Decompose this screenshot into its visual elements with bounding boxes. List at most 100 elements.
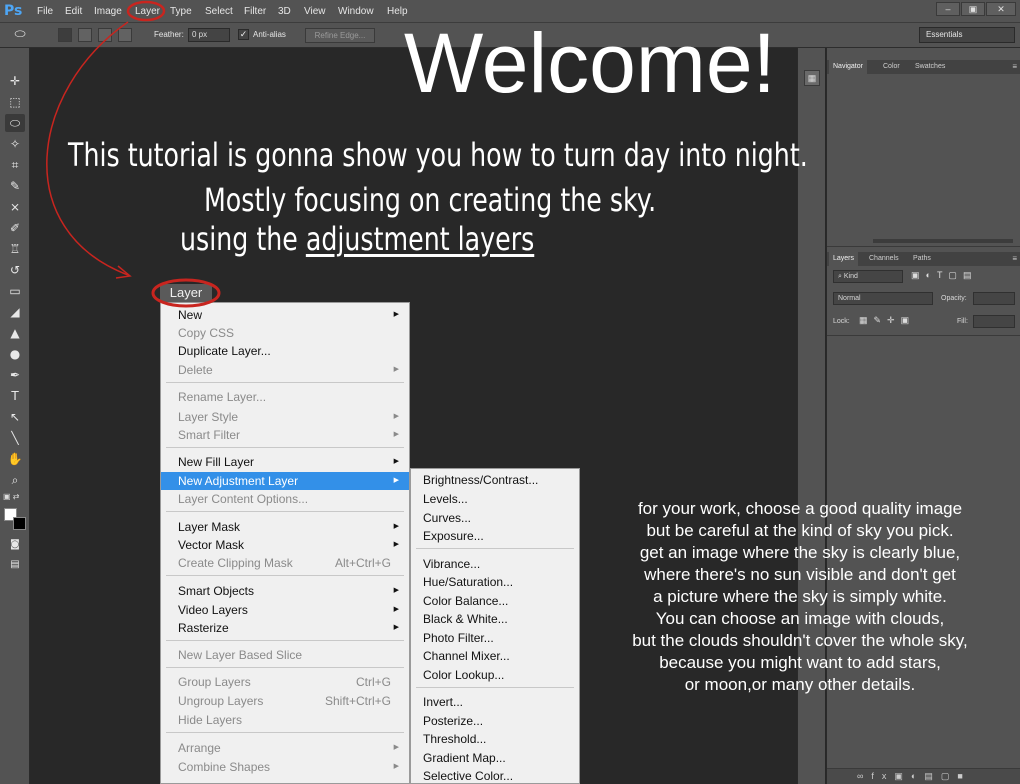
menu-item-layer-content-options[interactable]: Layer Content Options... (161, 490, 409, 508)
menu-item-layer-mask[interactable]: Layer Mask ▶ (161, 518, 409, 536)
submenu-threshold[interactable]: Threshold... (411, 730, 579, 748)
menu-item-duplicate-layer[interactable]: Duplicate Layer... (161, 342, 409, 360)
submenu-channel-mixer[interactable]: Channel Mixer... (411, 647, 579, 665)
submenu-invert[interactable]: Invert... (411, 693, 579, 711)
tab-paths[interactable]: Paths (909, 252, 935, 266)
menu-3d[interactable]: 3D (278, 4, 291, 19)
menu-item-arrange[interactable]: Arrange ▶ (161, 739, 409, 757)
type-tool-icon[interactable]: T (5, 387, 25, 405)
menu-file[interactable]: File (37, 4, 53, 19)
refine-edge-button[interactable]: Refine Edge... (305, 28, 375, 43)
zoom-tool-icon[interactable]: ⌕ (5, 471, 25, 489)
new-selection-icon[interactable] (58, 28, 72, 42)
menu-image[interactable]: Image (94, 4, 122, 19)
eraser-tool-icon[interactable]: ▭ (5, 282, 25, 300)
submenu-curves[interactable]: Curves... (411, 509, 579, 527)
workspace-select[interactable]: Essentials (919, 27, 1015, 43)
menu-item-new-adjustment-layer[interactable]: New Adjustment Layer ▶ (161, 472, 409, 490)
panel-menu-icon[interactable]: ≡ (1012, 60, 1017, 74)
menu-type[interactable]: Type (170, 4, 192, 19)
quick-select-tool-icon[interactable]: ✧ (5, 135, 25, 153)
menu-filter[interactable]: Filter (244, 4, 266, 19)
stamp-tool-icon[interactable]: ♖ (5, 240, 25, 258)
menu-select[interactable]: Select (205, 4, 233, 19)
blur-tool-icon[interactable]: ▲ (5, 324, 25, 342)
tab-color[interactable]: Color (879, 60, 904, 74)
bucket-tool-icon[interactable]: ◢ (5, 303, 25, 321)
subtract-selection-icon[interactable] (98, 28, 112, 42)
menu-item-hide-layers[interactable]: Hide Layers (161, 711, 409, 729)
feather-input[interactable]: 0 px (188, 28, 230, 42)
menu-item-group-layers[interactable]: Group Layers Ctrl+G (161, 673, 409, 691)
layer-filter-icons[interactable]: ▣◐T▢▤ (911, 270, 977, 281)
fill-input[interactable] (973, 315, 1015, 328)
menu-item-delete[interactable]: Delete ▶ (161, 361, 409, 379)
menu-item-new[interactable]: New ▶ (161, 306, 409, 324)
minimize-button[interactable]: – (936, 2, 960, 16)
submenu-color-lookup[interactable]: Color Lookup... (411, 666, 579, 684)
lasso-preset-icon[interactable]: ⬭ (10, 26, 30, 44)
restore-button[interactable]: ▣ (961, 2, 985, 16)
menu-item-ungroup-layers[interactable]: Ungroup Layers Shift+Ctrl+G (161, 692, 409, 710)
brush-tool-icon[interactable]: ✐ (5, 219, 25, 237)
quick-mask-icon[interactable]: ◙ (5, 536, 25, 554)
tab-swatches[interactable]: Swatches (911, 60, 949, 74)
eyedropper-tool-icon[interactable]: ✎ (5, 177, 25, 195)
blend-mode-select[interactable]: Normal (833, 292, 933, 305)
tab-layers[interactable]: Layers (829, 252, 859, 266)
path-select-tool-icon[interactable]: ↖ (5, 408, 25, 426)
submenu-color-balance[interactable]: Color Balance... (411, 592, 579, 610)
history-panel-icon[interactable]: ▦ (804, 70, 820, 86)
menu-item-new-fill-layer[interactable]: New Fill Layer ▶ (161, 453, 409, 471)
tab-navigator[interactable]: Navigator (829, 60, 867, 74)
swap-colors-icon[interactable]: ▣ ⇄ (3, 492, 19, 501)
menu-layer[interactable]: Layer (135, 4, 160, 19)
add-selection-icon[interactable] (78, 28, 92, 42)
screen-mode-icon[interactable]: ▤ (5, 556, 25, 574)
menu-view[interactable]: View (304, 4, 326, 19)
move-tool-icon[interactable]: ✛ (5, 72, 25, 90)
lasso-tool-icon[interactable]: ⬭ (5, 114, 25, 132)
layer-action-icons[interactable]: ∞fx▣◐▤▢■ (857, 771, 971, 782)
intersect-selection-icon[interactable] (118, 28, 132, 42)
pen-tool-icon[interactable]: ✒ (5, 366, 25, 384)
submenu-exposure[interactable]: Exposure... (411, 527, 579, 545)
submenu-photo-filter[interactable]: Photo Filter... (411, 629, 579, 647)
submenu-levels[interactable]: Levels... (411, 490, 579, 508)
menu-item-create-clipping-mask[interactable]: Create Clipping Mask Alt+Ctrl+G (161, 554, 409, 572)
close-button[interactable]: ✕ (986, 2, 1016, 16)
dodge-tool-icon[interactable]: ● (5, 345, 25, 363)
zoom-slider[interactable] (873, 239, 1013, 243)
menu-item-smart-filter[interactable]: Smart Filter ▶ (161, 426, 409, 444)
menu-item-copy-css[interactable]: Copy CSS (161, 324, 409, 342)
crop-tool-icon[interactable]: ⌗ (5, 156, 25, 174)
menu-item-rasterize[interactable]: Rasterize ▶ (161, 619, 409, 637)
opacity-input[interactable] (973, 292, 1015, 305)
line-tool-icon[interactable]: ╲ (5, 429, 25, 447)
menu-item-video-layers[interactable]: Video Layers ▶ (161, 601, 409, 619)
menu-item-combine-shapes[interactable]: Combine Shapes ▶ (161, 758, 409, 776)
lock-icons[interactable]: ▦✎✛▣ (859, 315, 915, 326)
tab-channels[interactable]: Channels (865, 252, 903, 266)
menu-item-vector-mask[interactable]: Vector Mask ▶ (161, 536, 409, 554)
submenu-posterize[interactable]: Posterize... (411, 712, 579, 730)
submenu-gradient-map[interactable]: Gradient Map... (411, 749, 579, 767)
menu-item-rename-layer[interactable]: Rename Layer... (161, 388, 409, 406)
menu-item-smart-objects[interactable]: Smart Objects ▶ (161, 582, 409, 600)
submenu-selective-color[interactable]: Selective Color... (411, 767, 579, 784)
menu-item-layer-style[interactable]: Layer Style ▶ (161, 408, 409, 426)
menu-item-new-layer-based-slice[interactable]: New Layer Based Slice (161, 646, 409, 664)
antialias-checkbox[interactable]: ✓ (238, 29, 249, 40)
submenu-hue-saturation[interactable]: Hue/Saturation... (411, 573, 579, 591)
layer-menu-header[interactable]: Layer (160, 284, 212, 302)
healing-tool-icon[interactable]: ⨯ (5, 198, 25, 216)
history-brush-icon[interactable]: ↺ (5, 261, 25, 279)
background-color-swatch[interactable] (13, 517, 26, 530)
submenu-vibrance[interactable]: Vibrance... (411, 555, 579, 573)
submenu-brightness-contrast[interactable]: Brightness/Contrast... (411, 471, 579, 489)
menu-window[interactable]: Window (338, 4, 374, 19)
submenu-black-white[interactable]: Black & White... (411, 610, 579, 628)
marquee-tool-icon[interactable]: ⬚ (5, 93, 25, 111)
menu-edit[interactable]: Edit (65, 4, 82, 19)
kind-filter-select[interactable]: ⌕ Kind (833, 270, 903, 283)
